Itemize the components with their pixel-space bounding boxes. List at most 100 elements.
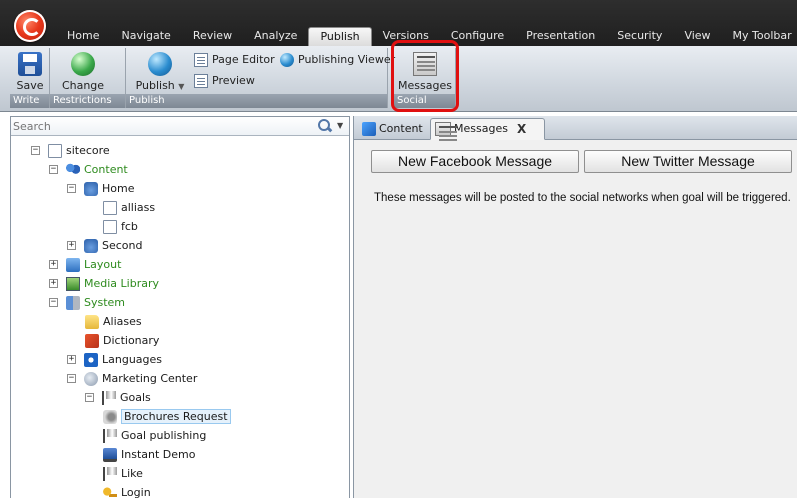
collapse-icon[interactable]: − (85, 393, 94, 402)
tab-messages[interactable]: Messages X (430, 118, 546, 140)
tree-item-label: Layout (84, 258, 122, 271)
flag-icon (103, 428, 117, 443)
preview-button[interactable]: Preview (194, 73, 255, 89)
document-icon (103, 219, 117, 234)
folder-icon (85, 314, 99, 329)
tab-home[interactable]: Home (56, 27, 110, 46)
save-icon (18, 52, 42, 76)
languages-icon (84, 352, 98, 367)
tab-presentation[interactable]: Presentation (515, 27, 606, 46)
dictionary-icon (85, 333, 99, 348)
expand-icon[interactable]: + (67, 241, 76, 250)
page-editor-button[interactable]: Page Editor (194, 52, 275, 68)
globe-publish-icon (148, 52, 172, 76)
monitor-icon (103, 447, 117, 462)
newspaper-icon (435, 122, 457, 136)
collapse-icon[interactable]: − (49, 298, 58, 307)
goal-icon (103, 409, 117, 424)
tree-item-label: Like (121, 467, 143, 480)
tree-item-like[interactable]: Like (103, 464, 143, 483)
sitecore-logo-icon[interactable] (14, 10, 46, 42)
expand-icon[interactable]: + (67, 355, 76, 364)
flag-icon (102, 390, 116, 405)
publishing-viewer-label: Publishing Viewer (298, 53, 396, 66)
home-icon (84, 181, 98, 196)
tree-item-login[interactable]: Login (103, 483, 151, 498)
collapse-icon[interactable]: − (67, 184, 76, 193)
tab-messages-label: Messages (454, 122, 508, 135)
tree-item-instant-demo[interactable]: Instant Demo (103, 445, 195, 464)
tree-item-label: fcb (121, 220, 138, 233)
tree-item-content[interactable]: − Content (49, 160, 128, 179)
people-icon (66, 162, 80, 177)
content-cube-icon (362, 122, 376, 136)
new-twitter-message-button[interactable]: New Twitter Message (584, 150, 792, 173)
tree-item-label: System (84, 296, 126, 309)
tree-item-sitecore[interactable]: − sitecore (31, 141, 110, 160)
tree-item-layout[interactable]: + Layout (49, 255, 121, 274)
save-button-label: Save (16, 79, 44, 92)
ribbon-group-label: Restrictions (50, 94, 125, 108)
tree-item-languages[interactable]: + Languages (67, 350, 162, 369)
ribbon-group-label: Write (10, 94, 49, 108)
preview-label: Preview (212, 74, 255, 87)
expand-icon[interactable]: + (49, 279, 58, 288)
tab-navigate[interactable]: Navigate (110, 27, 181, 46)
search-input[interactable] (13, 118, 303, 134)
layout-icon (66, 257, 80, 272)
tab-content[interactable]: Content (358, 118, 431, 140)
editor-tabs: Content Messages X (354, 116, 797, 140)
expand-icon[interactable]: + (49, 260, 58, 269)
tree-item-dictionary[interactable]: Dictionary (85, 331, 159, 350)
editor-panel: Content Messages X New Facebook Message … (353, 116, 797, 498)
close-icon[interactable]: X (517, 119, 526, 139)
tree-item-label: sitecore (66, 144, 110, 157)
tab-security[interactable]: Security (606, 27, 673, 46)
tab-review[interactable]: Review (182, 27, 243, 46)
save-button[interactable]: Save (14, 52, 46, 92)
tab-content-label: Content (379, 122, 423, 135)
tree-item-label: Goals (120, 391, 151, 404)
system-icon (66, 295, 80, 310)
search-icon[interactable] (317, 119, 333, 133)
tree-item-marketing-center[interactable]: − Marketing Center (67, 369, 197, 388)
tree-item-alliass[interactable]: alliass (103, 198, 155, 217)
ribbon-group-write: Save Write (10, 48, 50, 108)
tree-item-goal-publishing[interactable]: Goal publishing (103, 426, 206, 445)
tree-item-system[interactable]: − System (49, 293, 125, 312)
tree-item-label: Marketing Center (102, 372, 198, 385)
tree-item-label: Login (121, 486, 151, 498)
collapse-icon[interactable]: − (31, 146, 40, 155)
tree-item-goals[interactable]: − Goals (85, 388, 151, 407)
tab-publish[interactable]: Publish (308, 27, 372, 46)
search-bar: ▼ (11, 117, 349, 136)
change-restrictions-button[interactable]: Change (58, 52, 108, 92)
tab-my-toolbar[interactable]: My Toolbar (722, 27, 797, 46)
tree-item-label: Dictionary (103, 334, 160, 347)
tree-item-label: Goal publishing (121, 429, 207, 442)
tree-item-aliases[interactable]: Aliases (85, 312, 142, 331)
page-editor-icon (194, 53, 208, 67)
tree-item-second[interactable]: + Second (67, 236, 142, 255)
tree-item-brochures-request[interactable]: Brochures Request (103, 407, 231, 426)
collapse-icon[interactable]: − (49, 165, 58, 174)
tree-item-label: Aliases (103, 315, 142, 328)
tree-item-home[interactable]: − Home (67, 179, 134, 198)
tree-item-media-library[interactable]: + Media Library (49, 274, 159, 293)
tree-item-label: Media Library (84, 277, 159, 290)
tree-item-label: Languages (102, 353, 163, 366)
publishing-viewer-icon (280, 53, 294, 67)
content-tree-panel: ▼ −sitecore−Content−Homealliassfcb+Secon… (10, 116, 350, 498)
tab-view[interactable]: View (673, 27, 721, 46)
publishing-viewer-button[interactable]: Publishing Viewer (280, 52, 395, 68)
tab-analyze[interactable]: Analyze (243, 27, 308, 46)
collapse-icon[interactable]: − (67, 374, 76, 383)
tree-item-fcb[interactable]: fcb (103, 217, 138, 236)
change-button-label: Change (61, 79, 105, 92)
new-facebook-message-button[interactable]: New Facebook Message (371, 150, 579, 173)
tree-item-label: Instant Demo (121, 448, 196, 461)
preview-icon (194, 74, 208, 88)
publish-button[interactable]: Publish ▼ (132, 52, 188, 92)
tree-item-label: Home (102, 182, 135, 195)
chevron-down-icon[interactable]: ▼ (337, 119, 347, 133)
